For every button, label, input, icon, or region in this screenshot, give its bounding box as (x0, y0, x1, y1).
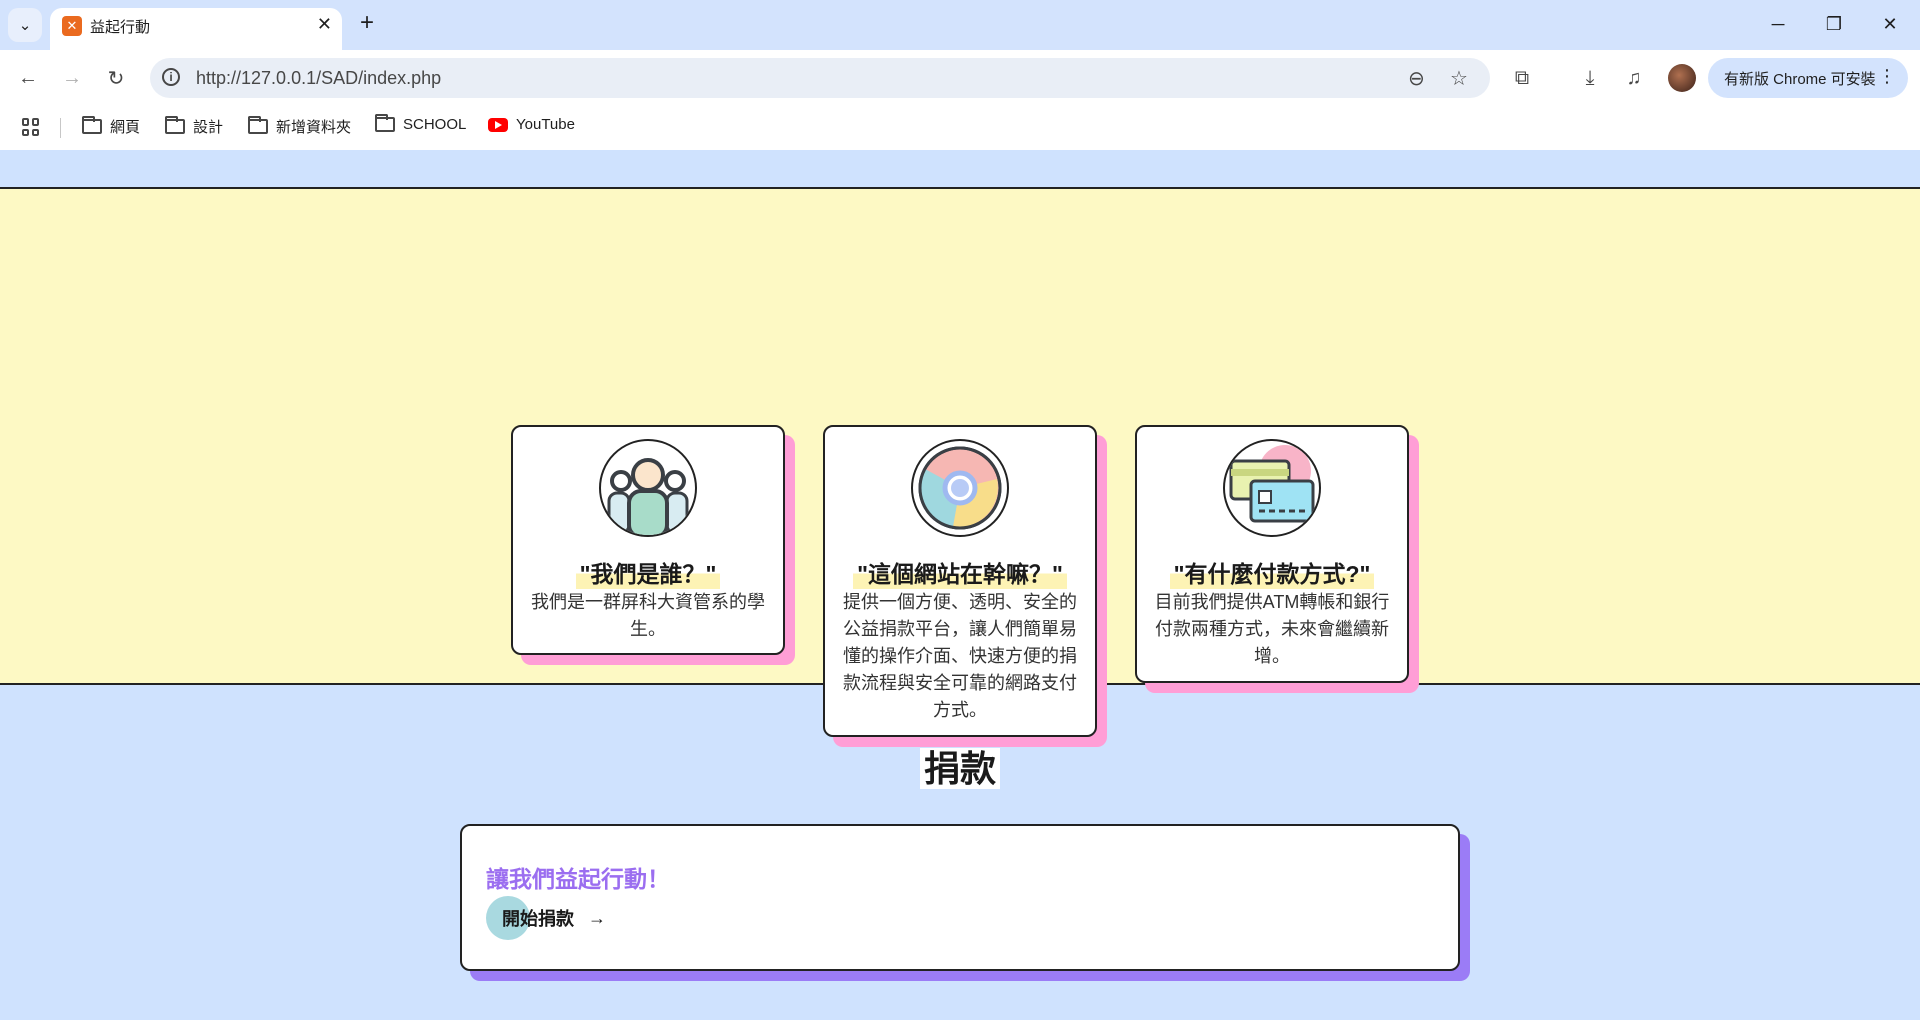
chrome-icon (911, 439, 1009, 537)
tab-search-button[interactable]: ⌄ (8, 8, 42, 42)
about-card: "有什麼付款方式?" 目前我們提供ATM轉帳和銀行付款兩種方式，未來會繼續新增。 (1135, 425, 1409, 683)
more-menu-icon[interactable]: ⋮ (1878, 66, 1896, 87)
credit-card-icon (1223, 439, 1321, 537)
restore-button[interactable]: ❐ (1806, 4, 1862, 44)
bookmark-label: 設計 (193, 119, 224, 136)
bookmark-star-icon[interactable]: ☆ (1450, 66, 1468, 91)
about-card: "我們是誰？" 我們是一群屏科大資管系的學生。 (511, 425, 785, 655)
update-button-label: 有新版 Chrome 可安裝 (1724, 70, 1876, 88)
folder-icon (248, 116, 268, 134)
donate-card: 讓我們益起行動！ 開始捐款 → (460, 824, 1460, 971)
folder-icon (375, 114, 395, 132)
folder-icon (82, 116, 102, 134)
page-content: "我們是誰？" 我們是一群屏科大資管系的學生。 "這個網站在幹嘛？" 提供一個方… (0, 150, 1920, 1020)
tab-strip: ⌄ ✕ 益起行動 ✕ + ─ ❐ ✕ (0, 0, 1920, 50)
card-body: 我們是一群屏科大資管系的學生。 (531, 592, 765, 639)
arrow-right-icon: → (588, 907, 606, 928)
card-body: 提供一個方便、透明、安全的公益捐款平台，讓人們簡單易懂的操作介面、快速方便的捐款… (843, 592, 1077, 720)
card-body: 目前我們提供ATM轉帳和銀行付款兩種方式，未來會繼續新增。 (1154, 592, 1390, 666)
chevron-down-icon: ⌄ (18, 17, 32, 34)
bookmarks-divider (60, 118, 61, 138)
arrow-left-icon: ← (18, 66, 38, 89)
address-bar[interactable]: i http://127.0.0.1/SAD/index.php ⊖ ☆ (150, 58, 1490, 98)
site-favicon-icon: ✕ (62, 16, 82, 36)
zoom-icon[interactable]: ⊖ (1408, 66, 1425, 91)
tab-close-icon[interactable]: ✕ (317, 14, 332, 35)
bookmark-label: 網頁 (110, 119, 141, 136)
download-icon[interactable]: ⤓ (1574, 62, 1606, 94)
start-donation-label: 開始捐款 (502, 909, 574, 929)
reload-icon: ↻ (107, 67, 125, 90)
bookmark-item[interactable]: 新增資料夾 (248, 116, 351, 137)
youtube-icon (488, 117, 508, 132)
tab-title: 益起行動 (90, 19, 151, 36)
card-title: "我們是誰？" (575, 555, 721, 589)
bookmark-item[interactable]: YouTube (488, 116, 575, 133)
bookmark-item[interactable]: SCHOOL (375, 114, 467, 133)
close-window-button[interactable]: ✕ (1862, 4, 1918, 44)
bookmark-item[interactable]: 網頁 (82, 116, 140, 137)
apps-grid-icon[interactable] (22, 118, 40, 136)
card-title: "有什麼付款方式?" (1169, 555, 1375, 589)
active-tab[interactable]: ✕ 益起行動 ✕ (50, 8, 342, 50)
about-section: "我們是誰？" 我們是一群屏科大資管系的學生。 "這個網站在幹嘛？" 提供一個方… (0, 187, 1920, 737)
people-icon (599, 439, 697, 537)
profile-avatar[interactable] (1668, 64, 1696, 92)
browser-toolbar: ← → ↻ i http://127.0.0.1/SAD/index.php ⊖… (0, 50, 1920, 106)
bookmark-label: SCHOOL (403, 116, 467, 133)
card-title: "這個網站在幹嘛？" (853, 555, 1067, 589)
bookmarks-bar: 網頁 設計 新增資料夾 SCHOOL YouTube (0, 106, 1920, 150)
site-info-icon[interactable]: i (162, 68, 180, 86)
back-button[interactable]: ← (10, 60, 46, 96)
minimize-button[interactable]: ─ (1750, 4, 1806, 44)
url-text[interactable]: http://127.0.0.1/SAD/index.php (196, 68, 441, 89)
extensions-icon[interactable]: ⧉ (1506, 62, 1538, 94)
donate-heading: 讓我們益起行動！ (486, 866, 670, 892)
donate-section-title: 捐款 (0, 740, 1920, 792)
folder-icon (165, 116, 185, 134)
chrome-update-button[interactable]: 有新版 Chrome 可安裝 ⋮ (1708, 58, 1908, 98)
arrow-right-icon: → (62, 66, 82, 89)
bookmark-label: YouTube (516, 116, 575, 133)
new-tab-button[interactable]: + (352, 8, 382, 38)
reload-button[interactable]: ↻ (98, 60, 134, 96)
forward-button[interactable]: → (54, 60, 90, 96)
donate-title-text: 捐款 (919, 748, 1000, 789)
about-card: "這個網站在幹嘛？" 提供一個方便、透明、安全的公益捐款平台，讓人們簡單易懂的操… (823, 425, 1097, 737)
media-control-icon[interactable]: ♫ (1618, 62, 1650, 94)
start-donation-button[interactable]: 開始捐款 → (486, 896, 606, 940)
bookmark-item[interactable]: 設計 (165, 116, 223, 137)
bookmark-label: 新增資料夾 (276, 119, 352, 136)
